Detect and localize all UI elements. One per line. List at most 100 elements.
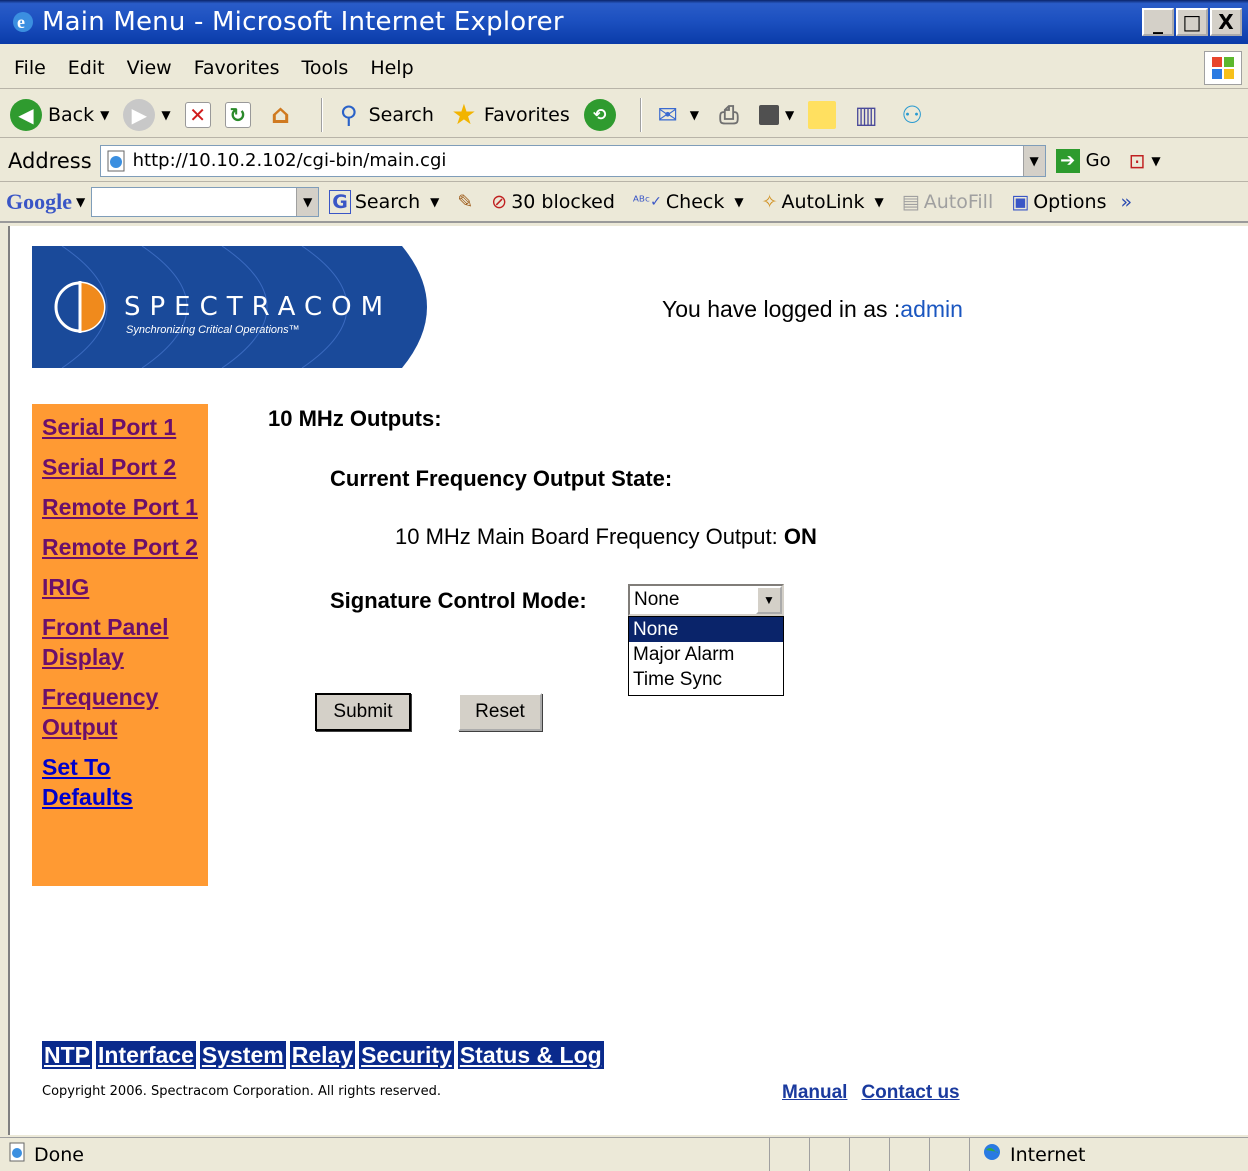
status-cell — [810, 1138, 850, 1171]
maximize-button[interactable]: □ — [1176, 8, 1208, 36]
sidebar-item-front-panel-display[interactable]: Front Panel Display — [42, 612, 198, 672]
google-search-label: Search — [354, 191, 421, 213]
stop-button[interactable]: ✕ — [184, 101, 211, 128]
nav-security[interactable]: Security — [359, 1041, 454, 1069]
news-icon: ✎ — [457, 191, 474, 213]
more-chevron-icon[interactable]: » — [1121, 191, 1133, 213]
check-label: Check — [665, 191, 725, 213]
chevron-down-icon[interactable]: ▼ — [690, 108, 699, 122]
footer-links: Manual Contact us — [782, 1082, 960, 1104]
address-input[interactable]: http://10.10.2.102/cgi-bin/main.cgi ▼ — [99, 144, 1046, 177]
chevron-down-icon[interactable]: ▼ — [756, 586, 782, 614]
chevron-down-icon[interactable]: ▼ — [1151, 154, 1160, 168]
minimize-button[interactable]: _ — [1142, 8, 1174, 36]
sidebar-item-serial-port-1[interactable]: Serial Port 1 — [42, 412, 198, 442]
edit-button[interactable]: ▼ — [758, 104, 794, 125]
address-label: Address — [8, 148, 92, 173]
menu-help[interactable]: Help — [370, 57, 413, 79]
close-button[interactable]: X — [1210, 8, 1242, 36]
popup-blocked-icon: ⊘ — [491, 191, 508, 213]
contact-link[interactable]: Contact us — [861, 1082, 959, 1104]
options-button[interactable]: ▣ Options » — [1011, 191, 1132, 213]
blocked-label: 30 blocked — [511, 191, 615, 213]
google-search-button[interactable]: G Search ▼ — [329, 190, 439, 214]
nav-interface[interactable]: Interface — [96, 1041, 196, 1069]
nav-relay[interactable]: Relay — [289, 1041, 356, 1069]
status-bar: Done Internet — [0, 1137, 1248, 1171]
status-cell — [890, 1138, 930, 1171]
address-url: http://10.10.2.102/cgi-bin/main.cgi — [132, 150, 447, 171]
menu-edit[interactable]: Edit — [68, 57, 105, 79]
pdf-button[interactable]: ⊡ ▼ — [1129, 149, 1161, 173]
signature-control-dropdown: None Major Alarm Time Sync — [628, 616, 784, 696]
chevron-down-icon[interactable]: ▼ — [76, 195, 85, 209]
globe-icon — [982, 1142, 1002, 1167]
window-title: Main Menu - Microsoft Internet Explorer — [42, 7, 564, 37]
option-major-alarm[interactable]: Major Alarm — [629, 642, 783, 667]
nav-status-log[interactable]: Status & Log — [457, 1041, 604, 1069]
nav-ntp[interactable]: NTP — [42, 1041, 92, 1069]
go-arrow-icon: ➔ — [1055, 148, 1080, 173]
sidebar-item-set-to-defaults[interactable]: Set To Defaults — [42, 752, 198, 812]
chevron-down-icon[interactable]: ▼ — [430, 195, 439, 209]
back-button[interactable]: ◀ Back ▼ — [10, 98, 109, 131]
chevron-down-icon[interactable]: ▼ — [100, 108, 109, 122]
spellcheck-button[interactable]: ᴬᴮᶜ✓ Check ▼ — [633, 191, 744, 213]
chevron-down-icon[interactable]: ▼ — [734, 195, 743, 209]
menu-view[interactable]: View — [127, 57, 172, 79]
print-button[interactable]: ⎙ — [713, 99, 745, 131]
select-value: None — [634, 589, 680, 610]
google-search-input[interactable]: ▼ — [91, 187, 320, 217]
menu-favorites[interactable]: Favorites — [194, 57, 280, 79]
discuss-button[interactable] — [808, 100, 837, 129]
forward-button[interactable]: ▶ ▼ — [123, 98, 171, 131]
autolink-label: AutoLink — [781, 191, 865, 213]
sidebar-item-frequency-output[interactable]: Frequency Output — [42, 682, 198, 742]
logo-tagline: Synchronizing Critical Operations™ — [126, 324, 300, 336]
toolbar-separator — [639, 97, 642, 132]
home-button[interactable]: ⌂ — [265, 99, 297, 131]
popup-blocker-button[interactable]: ⊘ 30 blocked — [491, 191, 615, 213]
chevron-down-icon[interactable]: ▼ — [875, 195, 884, 209]
chevron-down-icon[interactable]: ▼ — [785, 108, 794, 122]
menu-file[interactable]: File — [14, 57, 46, 79]
research-button[interactable]: ▥ — [850, 99, 882, 131]
spellcheck-icon: ᴬᴮᶜ✓ — [632, 194, 662, 210]
autolink-button[interactable]: ✧ AutoLink ▼ — [762, 191, 884, 213]
favorites-button[interactable]: ★ Favorites — [448, 98, 569, 131]
title-bar: e Main Menu - Microsoft Internet Explore… — [0, 0, 1248, 44]
standard-toolbar: ◀ Back ▼ ▶ ▼ ✕ ↻ ⌂ ⚲ Search ★ Favorites … — [0, 92, 1248, 138]
sidebar-item-irig[interactable]: IRIG — [42, 572, 198, 602]
google-logo[interactable]: Google — [6, 189, 72, 215]
mail-button[interactable]: ✉ ▼ — [652, 99, 699, 131]
news-button[interactable]: ✎ — [457, 191, 473, 213]
signature-control-select[interactable]: None ▼ — [628, 584, 784, 616]
reset-button[interactable]: Reset — [458, 693, 542, 731]
ie-icon: e — [10, 9, 36, 35]
chevron-down-icon[interactable]: ▼ — [1022, 145, 1045, 176]
nav-system[interactable]: System — [199, 1041, 286, 1069]
login-status: You have logged in as :admin — [662, 296, 963, 323]
manual-link[interactable]: Manual — [782, 1082, 847, 1104]
menu-tools[interactable]: Tools — [302, 57, 349, 79]
option-time-sync[interactable]: Time Sync — [629, 667, 783, 692]
search-button[interactable]: ⚲ Search — [333, 99, 434, 131]
autofill-button[interactable]: ▤ AutoFill — [902, 191, 993, 213]
chevron-down-icon[interactable]: ▼ — [161, 108, 170, 122]
go-button[interactable]: ➔ Go — [1055, 148, 1111, 173]
submit-button[interactable]: Submit — [315, 693, 411, 731]
option-none[interactable]: None — [629, 617, 783, 642]
home-icon: ⌂ — [271, 99, 290, 130]
sidebar-item-remote-port-2[interactable]: Remote Port 2 — [42, 532, 198, 562]
page-done-icon — [8, 1142, 28, 1167]
history-button[interactable]: ⟲ — [583, 98, 616, 131]
status-cell — [850, 1138, 890, 1171]
options-label: Options — [1033, 191, 1107, 213]
google-toolbar: Google ▼ ▼ G Search ▼ ✎ ⊘ 30 blocked ᴬᴮᶜ… — [0, 183, 1248, 223]
sidebar-item-serial-port-2[interactable]: Serial Port 2 — [42, 452, 198, 482]
refresh-button[interactable]: ↻ — [224, 101, 251, 128]
chevron-down-icon[interactable]: ▼ — [296, 188, 319, 216]
bottom-nav: NTP Interface System Relay Security Stat… — [42, 1041, 604, 1069]
messenger-button[interactable]: ⚇ — [896, 99, 928, 131]
sidebar-item-remote-port-1[interactable]: Remote Port 1 — [42, 492, 198, 522]
